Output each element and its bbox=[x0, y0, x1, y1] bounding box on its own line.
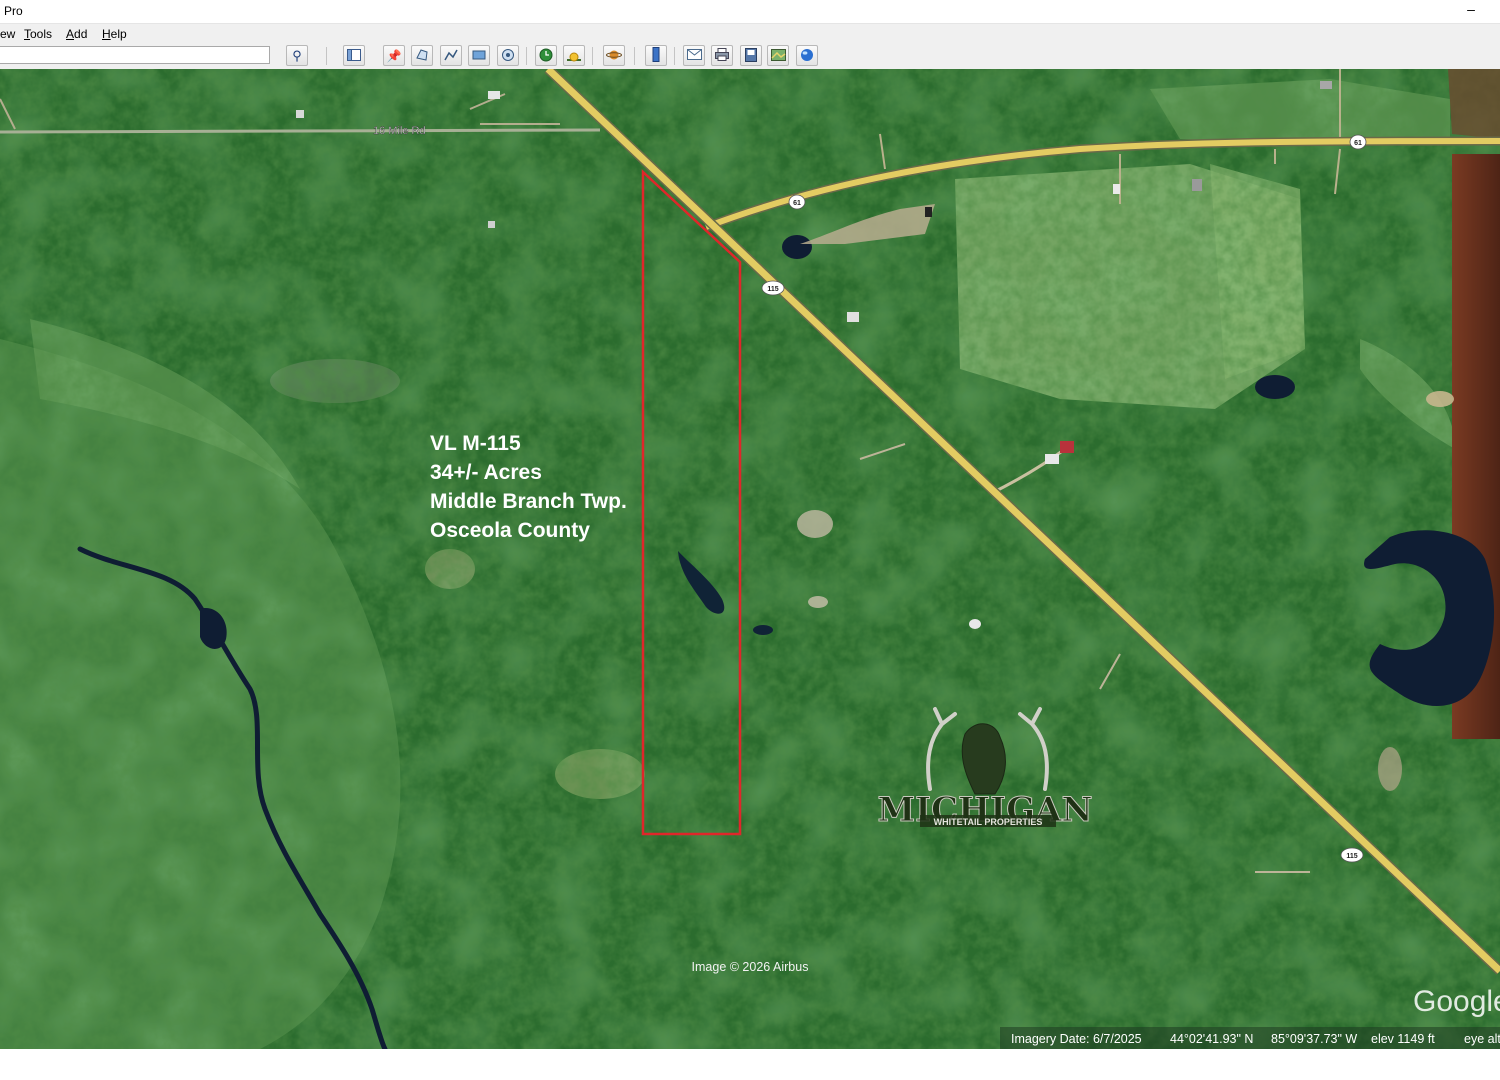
building bbox=[488, 91, 500, 99]
latitude-readout: 44°02'41.93" N bbox=[1170, 1032, 1253, 1046]
email-button[interactable] bbox=[683, 45, 705, 66]
svg-text:115: 115 bbox=[1346, 853, 1357, 860]
placemark-icon: 📌 bbox=[386, 48, 402, 63]
svg-text:61: 61 bbox=[1354, 140, 1362, 147]
toolbar-divider bbox=[674, 47, 675, 65]
toolbar-divider bbox=[526, 47, 527, 65]
search-input[interactable] bbox=[0, 46, 270, 64]
imagery-copyright: Image © 2026 Airbus bbox=[692, 960, 809, 974]
sun-icon bbox=[566, 48, 582, 64]
overlay-icon bbox=[472, 48, 486, 64]
building bbox=[1320, 81, 1332, 89]
earth-icon bbox=[800, 48, 814, 64]
plowed-field bbox=[1448, 69, 1500, 139]
eye-altitude-readout: eye alt bbox=[1464, 1032, 1500, 1046]
elevation-readout: elev 1149 ft bbox=[1371, 1032, 1435, 1046]
listing-township: Middle Branch Twp. bbox=[430, 490, 627, 513]
record-tour-button[interactable] bbox=[497, 45, 519, 66]
path-icon bbox=[444, 48, 458, 64]
imagery-date: Imagery Date: 6/7/2025 bbox=[1011, 1032, 1142, 1046]
listing-name: VL M-115 bbox=[430, 432, 521, 455]
sunlight-button[interactable] bbox=[563, 45, 585, 66]
tour-icon bbox=[501, 48, 515, 64]
menu-tools[interactable]: Tools bbox=[24, 27, 52, 41]
menu-view[interactable]: ew bbox=[0, 27, 15, 41]
menu-bar: ew Tools Add Help bbox=[0, 23, 1500, 44]
window-title: Pro bbox=[4, 4, 23, 18]
print-icon bbox=[715, 48, 729, 63]
add-overlay-button[interactable] bbox=[468, 45, 490, 66]
polygon-icon bbox=[415, 48, 429, 64]
toolbar-divider bbox=[592, 47, 593, 65]
pond bbox=[782, 235, 812, 259]
toolbar-divider bbox=[634, 47, 635, 65]
google-earth-button[interactable] bbox=[796, 45, 818, 66]
title-bar: Pro – bbox=[0, 0, 1500, 23]
svg-text:WHITETAIL PROPERTIES: WHITETAIL PROPERTIES bbox=[934, 817, 1043, 827]
building bbox=[1060, 441, 1074, 453]
planet-icon bbox=[606, 48, 622, 64]
listing-county: Osceola County bbox=[430, 519, 590, 542]
clearing bbox=[1426, 391, 1454, 407]
building bbox=[1192, 179, 1202, 191]
search-button[interactable]: ⚲ bbox=[286, 45, 308, 66]
building bbox=[925, 207, 932, 217]
building bbox=[488, 221, 495, 228]
search-icon: ⚲ bbox=[292, 48, 302, 63]
menu-help[interactable]: Help bbox=[102, 27, 127, 41]
clearing bbox=[969, 619, 981, 629]
save-image-icon bbox=[745, 47, 757, 64]
historical-imagery-button[interactable] bbox=[535, 45, 557, 66]
map-view-button[interactable] bbox=[767, 45, 789, 66]
ruler-icon bbox=[652, 47, 660, 64]
route-shield-61: 61 bbox=[1349, 134, 1367, 150]
building bbox=[847, 312, 859, 322]
bottom-margin bbox=[0, 1049, 1500, 1080]
sidebar-toggle-button[interactable] bbox=[343, 45, 365, 66]
clearing bbox=[1378, 747, 1402, 791]
ruler-button[interactable] bbox=[645, 45, 667, 66]
menu-add[interactable]: Add bbox=[66, 27, 87, 41]
road-label-16-mile: 16 Mile Rd bbox=[373, 125, 426, 137]
minimize-button[interactable]: – bbox=[1460, 0, 1482, 22]
route-shield-61: 61 bbox=[788, 194, 806, 210]
route-shield-115: 115 bbox=[1340, 847, 1364, 863]
svg-text:115: 115 bbox=[767, 286, 778, 293]
pond bbox=[753, 625, 773, 635]
add-polygon-button[interactable] bbox=[411, 45, 433, 66]
save-image-button[interactable] bbox=[740, 45, 762, 66]
map-view-icon bbox=[770, 48, 786, 63]
pond bbox=[1255, 375, 1295, 399]
route-shield-115: 115 bbox=[761, 280, 785, 296]
road-16-mile bbox=[0, 128, 601, 134]
google-logo: Google bbox=[1413, 985, 1500, 1018]
add-path-button[interactable] bbox=[440, 45, 462, 66]
clearing bbox=[808, 596, 828, 608]
sidebar-icon bbox=[347, 48, 361, 63]
longitude-readout: 85°09'37.73" W bbox=[1271, 1032, 1357, 1046]
add-placemark-button[interactable]: 📌 bbox=[383, 45, 405, 66]
listing-acres: 34+/- Acres bbox=[430, 461, 542, 484]
clearing bbox=[797, 510, 833, 538]
building bbox=[1045, 454, 1059, 464]
switch-planet-button[interactable] bbox=[603, 45, 625, 66]
history-icon bbox=[539, 48, 553, 64]
building bbox=[296, 110, 304, 118]
svg-text:61: 61 bbox=[793, 200, 801, 207]
building bbox=[1113, 184, 1120, 194]
toolbar-divider bbox=[326, 47, 327, 65]
map-view[interactable]: 16 Mile Rd 61 61 115 115 VL M-115 34+/- … bbox=[0, 69, 1500, 1049]
email-icon bbox=[686, 49, 702, 62]
toolbar: ⚲ 📌 bbox=[0, 43, 1500, 70]
print-button[interactable] bbox=[711, 45, 733, 66]
